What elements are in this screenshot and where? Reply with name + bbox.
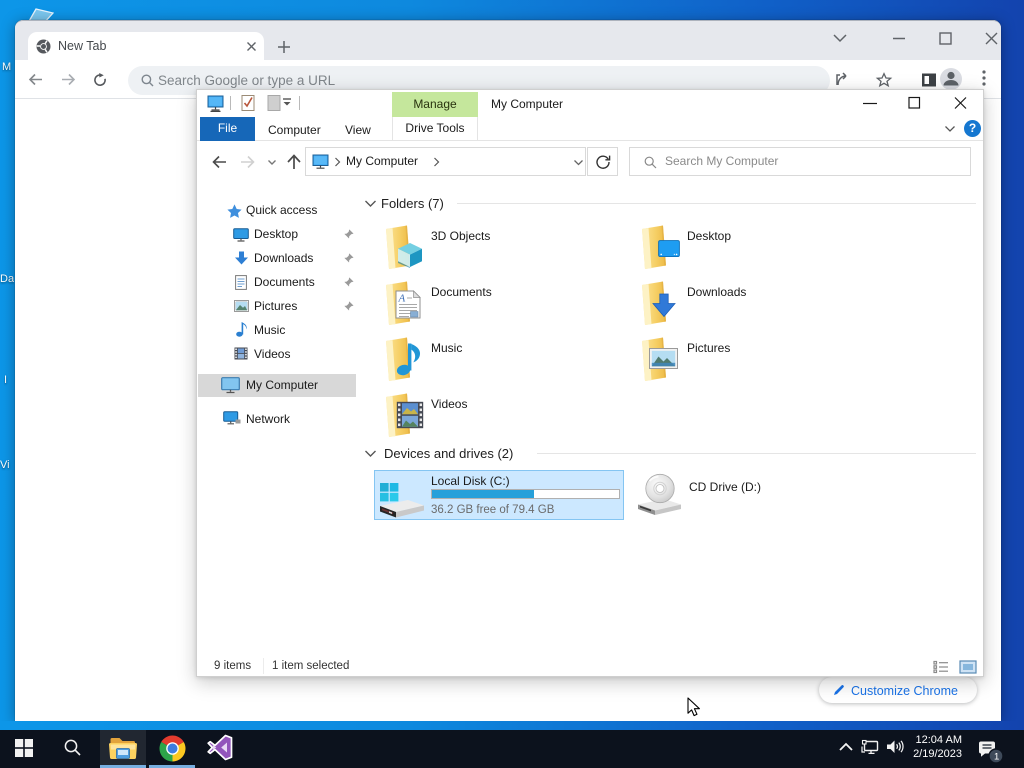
svg-text:A: A (398, 293, 406, 305)
svg-text:1: 1 (994, 752, 999, 763)
